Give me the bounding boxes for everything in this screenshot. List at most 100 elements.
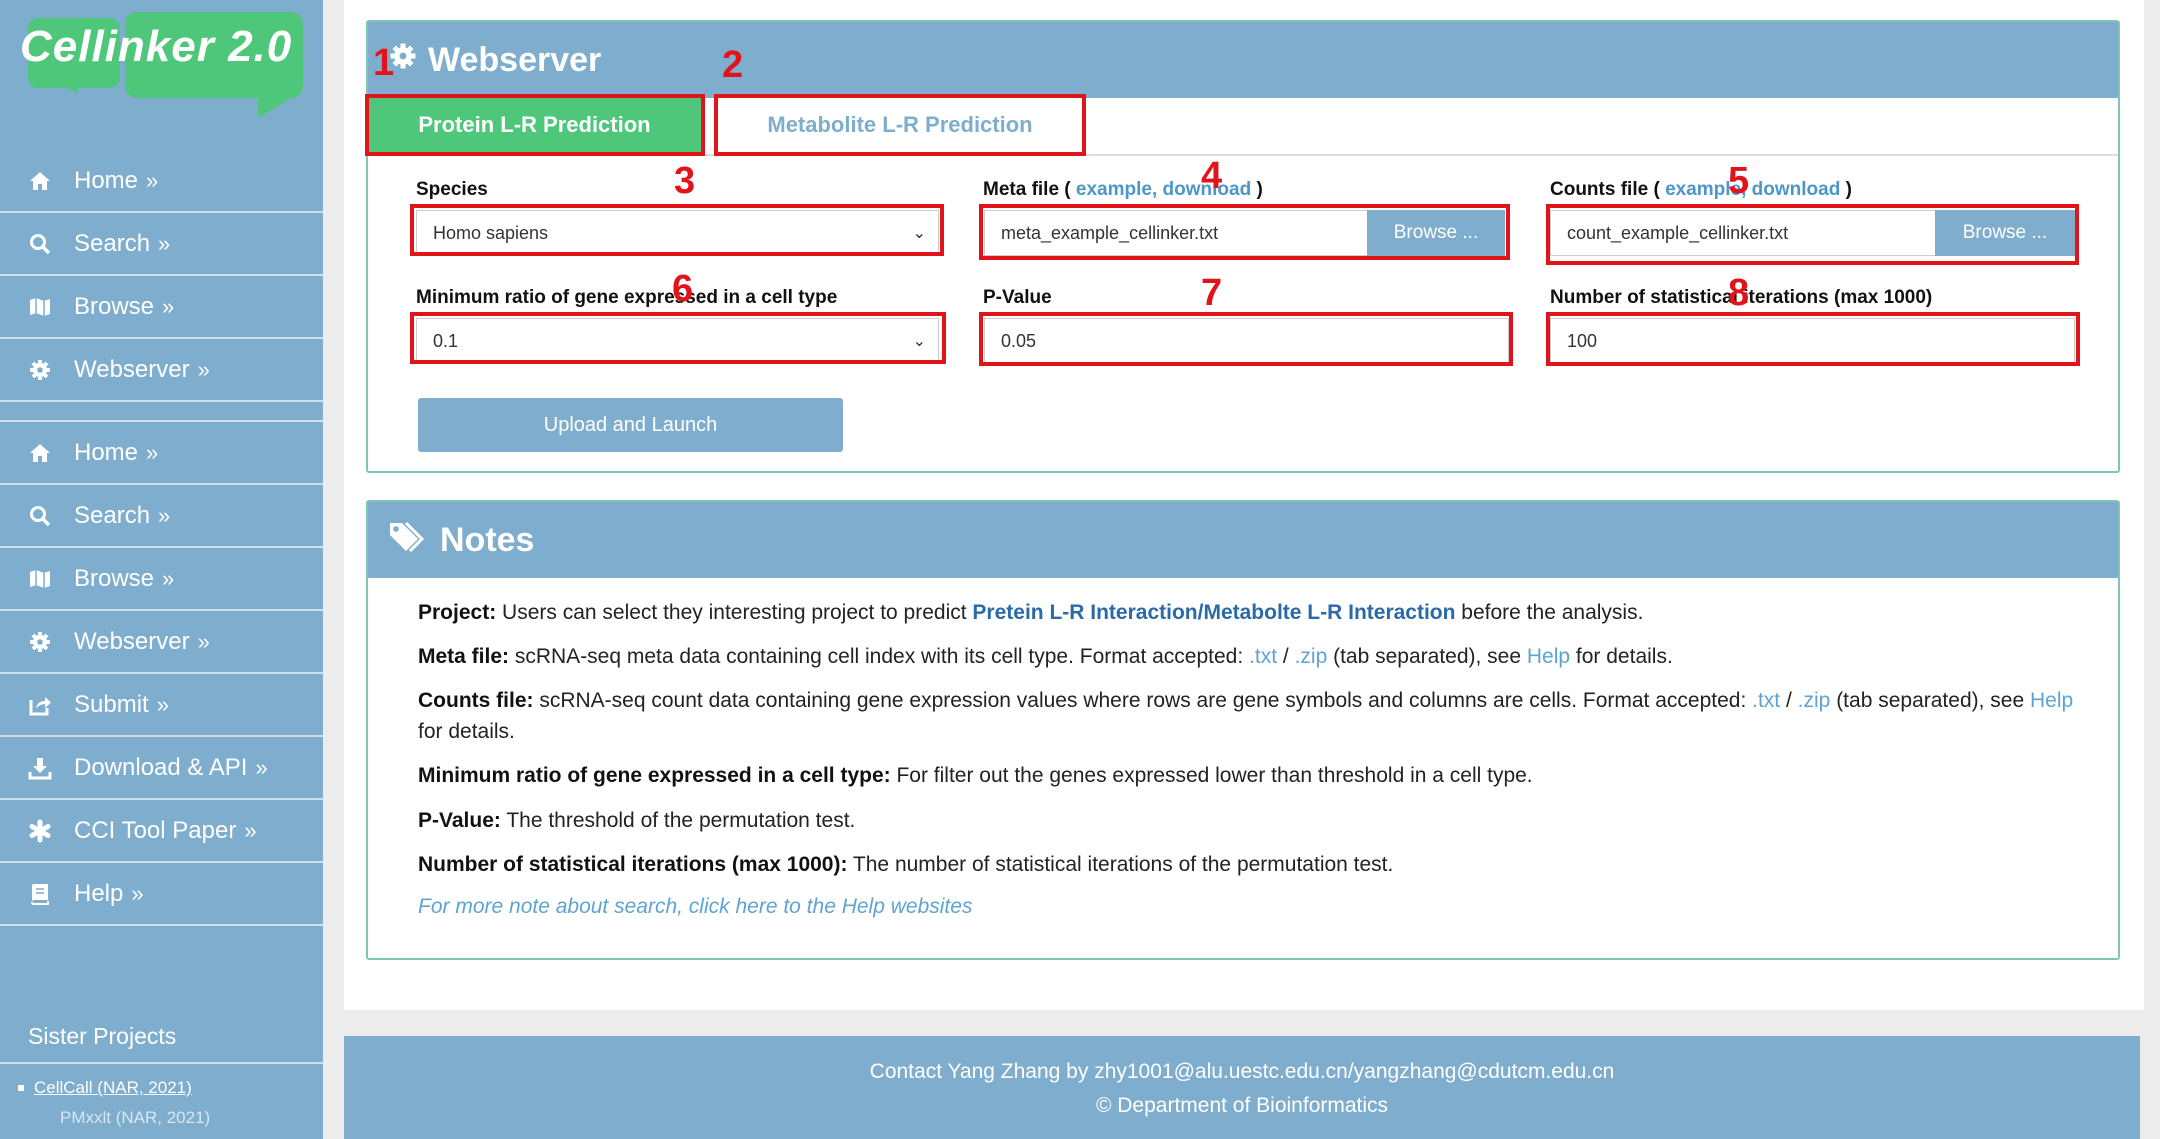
sidebar-item-help[interactable]: Help » [0,863,323,926]
note-text: / [1277,645,1295,668]
book-icon [28,882,52,906]
tags-icon [388,519,426,562]
note-text: (tab separated), see [1327,645,1527,668]
notes-panel-header: Notes [368,502,2118,578]
species-label: Species [416,179,488,200]
note-key: Number of statistical iterations (max 10… [418,853,848,876]
help-link[interactable]: Help [1527,645,1570,668]
annotation-box-7 [979,312,1513,366]
counts-file-label-text: Counts file ( [1550,179,1660,200]
note-text: scRNA-seq count data containing gene exp… [533,689,1753,712]
search-icon [28,504,52,528]
home-icon [28,169,52,193]
sidebar-item-label: Home [74,166,139,194]
sidebar-item-label: Submit [74,690,149,718]
sidebar-item-webserver-2[interactable]: Webserver » [0,611,323,674]
logo-text: Cellinker 2.0 [20,22,293,71]
sidebar-item-home[interactable]: Home » [0,150,323,213]
logo-bubble-back-tail [54,80,78,94]
logo-bubble-front-tail [258,94,298,118]
upload-and-launch-button[interactable]: Upload and Launch [418,398,843,452]
footer-contact: Contact Yang Zhang by zhy1001@alu.uestc.… [869,1060,1615,1083]
sidebar-item-home-2[interactable]: Home » [0,422,323,485]
note-text: for details. [1570,645,1673,668]
sidebar-item-label: Webserver [74,627,190,655]
note-project: Project: Users can select they interesti… [418,597,2078,628]
pvalue-label: P-Value [983,287,1052,308]
sidebar-item-webserver[interactable]: Webserver » [0,339,323,402]
note-key: Meta file: [418,645,510,668]
note-text: The number of statistical iterations of … [847,853,1394,876]
sidebar-item-submit[interactable]: Submit » [0,674,323,737]
sister-link-partial[interactable]: PMxxlt (NAR, 2021) [0,1108,323,1128]
annotation-box-6 [410,312,946,364]
meta-file-label-text: Meta file ( [983,179,1071,200]
note-text: for details. [418,720,515,743]
home-icon [28,441,52,465]
asterisk-icon [28,819,52,843]
sidebar-item-browse-2[interactable]: Browse » [0,548,323,611]
sidebar-item-cci-tool-paper[interactable]: CCI Tool Paper » [0,800,323,863]
zip-link[interactable]: .zip [1295,645,1328,668]
note-highlight: Pretein L-R Interaction/Metabolte L-R In… [972,601,1456,624]
chevron-right-icon: » [197,356,210,382]
meta-example-link[interactable]: example, [1076,179,1157,200]
map-icon [28,567,52,591]
note-key: Counts file: [418,689,534,712]
bullet-icon [18,1085,24,1091]
sidebar-item-browse[interactable]: Browse » [0,276,323,339]
help-link[interactable]: Help [2030,689,2073,712]
sidebar-item-label: CCI Tool Paper [74,816,237,844]
chevron-right-icon: » [158,230,171,256]
sister-link-label: CellCall (NAR, 2021) [34,1078,192,1097]
annotation-number-6: 6 [672,268,694,310]
notes-title: Notes [440,520,535,559]
annotation-box-5 [1546,204,2079,265]
sidebar-item-search-2[interactable]: Search » [0,485,323,548]
webserver-panel-header: Webserver [368,22,2118,98]
zip-link[interactable]: .zip [1798,689,1831,712]
chevron-right-icon: » [158,502,171,528]
chevron-right-icon: » [146,439,159,465]
note-key: Project: [418,601,497,624]
counts-file-label-close: ) [1845,179,1852,200]
note-text: / [1780,689,1798,712]
sidebar-item-label: Help [74,879,124,907]
counts-file-label: Counts file ( example, download ) [1550,179,1852,201]
sidebar-item-search[interactable]: Search » [0,213,323,276]
sidebar-item-label: Browse [74,564,155,592]
sidebar: Cellinker 2.0 Home » Search » Browse » Webs… [0,0,323,1139]
sidebar-item-label: Download & API [74,753,248,781]
help-websites-link[interactable]: For more note about search, click here t… [418,895,972,919]
download-icon [28,756,52,780]
chevron-right-icon: » [131,880,144,906]
note-pvalue: P-Value: The threshold of the permutatio… [418,805,2078,836]
chevron-right-icon: » [162,293,175,319]
annotation-number-5: 5 [1728,160,1750,202]
sidebar-item-label: Search [74,229,151,257]
counts-download-link[interactable]: download [1752,179,1841,200]
share-icon [28,693,52,717]
footer: Contact Yang Zhang by zhy1001@alu.uestc.… [344,1036,2140,1139]
sister-projects: Sister Projects CellCall (NAR, 2021) PMx… [0,1010,323,1128]
annotation-number-4: 4 [1201,155,1223,197]
sidebar-item-label: Search [74,501,151,529]
search-icon [28,232,52,256]
note-text: The threshold of the permutation test. [500,809,856,832]
txt-link[interactable]: .txt [1752,689,1780,712]
note-text: Users can select they interesting projec… [496,601,973,624]
sidebar-nav: Home » Search » Browse » Webserver » Home » S… [0,150,323,926]
sister-link-cellcall[interactable]: CellCall (NAR, 2021) [0,1078,323,1098]
chevron-right-icon: » [162,565,175,591]
txt-link[interactable]: .txt [1249,645,1277,668]
note-meta-file: Meta file: scRNA-seq meta data containin… [418,641,2078,672]
note-text: (tab separated), see [1830,689,2030,712]
sidebar-item-label: Webserver [74,355,190,383]
annotation-box-2 [714,94,1086,156]
chevron-right-icon: » [146,167,159,193]
site-logo[interactable]: Cellinker 2.0 [0,0,323,125]
map-icon [28,295,52,319]
sidebar-item-download[interactable]: Download & API » [0,737,323,800]
annotation-number-8: 8 [1728,272,1750,314]
annotation-number-3: 3 [674,160,696,202]
